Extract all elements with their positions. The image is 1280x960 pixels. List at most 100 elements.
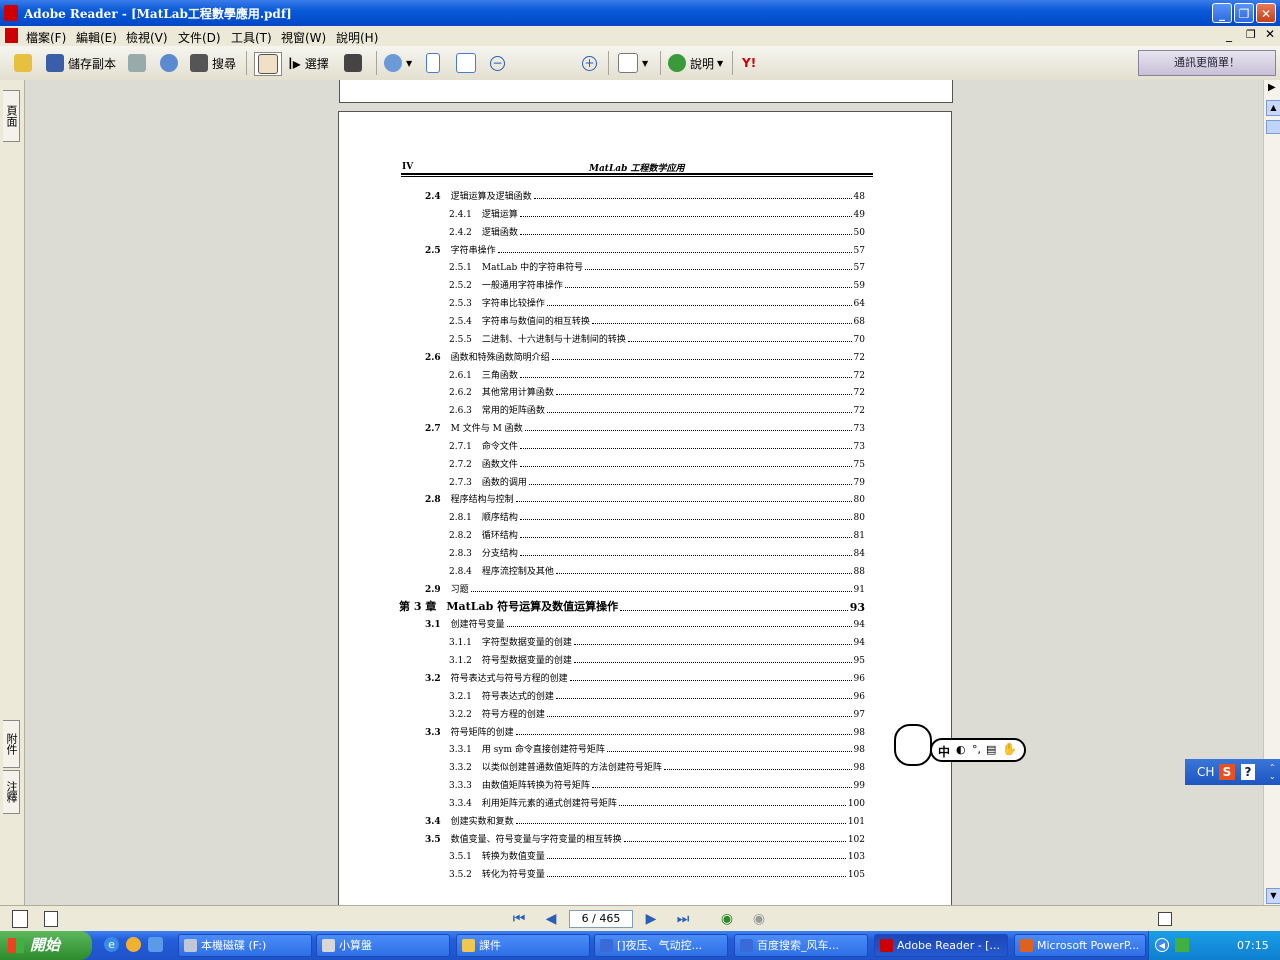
toc-entry[interactable]: 3.2.2 符号方程的创建 97 — [449, 708, 865, 720]
open-button[interactable] — [14, 52, 36, 74]
toc-entry[interactable]: 3.3.2 以类似创建普通数值矩阵的方法创建符号矩阵 98 — [449, 761, 865, 773]
toc-entry[interactable]: 2.4.1 逻辑运算 49 — [449, 208, 865, 220]
save-copy-button[interactable]: 儲存副本 — [46, 52, 116, 74]
toc-entry[interactable]: 2.5.1 MatLab 中的字符串符号 57 — [449, 261, 865, 273]
print-button[interactable] — [128, 52, 150, 74]
arrow-right-icon[interactable]: ▶ — [1268, 82, 1276, 93]
go-forward-button[interactable]: ◉ — [750, 910, 768, 928]
toc-entry[interactable]: 2.8.2 循环结构 81 — [449, 529, 865, 541]
tray-expand-icon[interactable]: ◀ — [1155, 938, 1169, 952]
toc-entry[interactable]: 2.7 M 文件与 M 函数 73 — [425, 422, 865, 434]
ime-options-icon[interactable]: ⌃ ⌄ — [1269, 763, 1276, 781]
toc-entry[interactable]: 2.5.3 字符串比较操作 64 — [449, 297, 865, 309]
help-button[interactable]: 說明 ▼ — [668, 52, 723, 74]
toc-entry[interactable]: 2.5 字符串操作 57 — [425, 244, 865, 256]
yahoo-toolbar-button[interactable]: Y! — [742, 52, 756, 74]
zoom-tool-button[interactable]: ▼ — [384, 52, 412, 74]
menu-window[interactable]: 視窗(W) — [281, 29, 326, 46]
fit-page-button[interactable] — [426, 52, 444, 74]
toc-entry[interactable]: 2.7.3 函数的调用 79 — [449, 476, 865, 488]
sogou-s-icon[interactable]: S — [1219, 764, 1235, 780]
first-page-button[interactable]: ⏮ — [510, 910, 528, 928]
rotate-view-button[interactable]: ▼ — [618, 52, 648, 74]
pdf-page[interactable]: IV MatLab 工程数学应用 2.4 逻辑运算及逻辑函数 48 2.4.1 逻辑运算… — [338, 111, 952, 905]
snapshot-button[interactable] — [344, 52, 366, 74]
task-adobe-reader[interactable]: Adobe Reader - [... — [874, 934, 1008, 957]
tray-app-icon[interactable] — [1175, 938, 1189, 952]
toc-entry[interactable]: 2.6.3 常用的矩阵函数 72 — [449, 404, 865, 416]
task-baidu-search[interactable]: 百度搜索_风车... — [734, 934, 868, 957]
toc-entry[interactable]: 2.5.4 字符串与数值间的相互转换 68 — [449, 315, 865, 327]
ime-language[interactable]: CH — [1197, 765, 1214, 779]
toc-entry[interactable]: 2.7.2 函数文件 75 — [449, 458, 865, 470]
toc-entry[interactable]: 2.5.5 二进制、十六进制与十进制间的转换 70 — [449, 333, 865, 345]
keyboard-icon[interactable]: ▤ — [986, 743, 996, 756]
task-calculator[interactable]: 小算盤 — [316, 934, 450, 957]
scroll-up-icon[interactable]: ▲ — [1266, 100, 1280, 116]
menu-document[interactable]: 文件(D) — [178, 29, 221, 46]
toc-entry[interactable]: 2.8.4 程序流控制及其他 88 — [449, 565, 865, 577]
restore-button[interactable]: ❐ — [1234, 3, 1254, 23]
toc-entry[interactable]: 2.5.2 一般通用字符串操作 59 — [449, 279, 865, 291]
task-word-doc[interactable]: []夜压、气动控... — [594, 934, 728, 957]
window-title-bar[interactable]: Adobe Reader - [MatLab工程數學應用.pdf] _ ❐ ✕ — [0, 0, 1280, 26]
next-page-button[interactable]: ▶ — [642, 910, 660, 928]
chinese-mode-label[interactable]: 中 — [938, 743, 950, 760]
document-viewport[interactable]: IV MatLab 工程数学应用 2.4 逻辑运算及逻辑函数 48 2.4.1 逻辑运算… — [25, 80, 1263, 905]
zoom-in-button[interactable]: + — [582, 52, 597, 74]
toc-entry[interactable]: 2.8.3 分支结构 84 — [449, 547, 865, 559]
previous-page-button[interactable]: ◀ — [542, 910, 560, 928]
toc-entry[interactable]: 3.3 符号矩阵的创建 98 — [425, 726, 865, 738]
app-quicklaunch-icon[interactable] — [148, 937, 163, 952]
toc-entry[interactable]: 3.4 创建实数和复数 101 — [425, 815, 865, 827]
menu-view[interactable]: 檢視(V) — [126, 29, 168, 46]
single-page-view-icon[interactable] — [12, 910, 28, 928]
tab-comments[interactable]: 注釋 — [3, 770, 20, 814]
menu-file[interactable]: 檔案(F) — [26, 29, 66, 46]
start-button[interactable]: 開始 — [0, 931, 92, 960]
moon-icon[interactable]: ◐ — [956, 743, 966, 756]
page-number-input[interactable]: 6 / 465 — [569, 910, 633, 928]
ime-status-bubble[interactable]: 中 ◐ °, ▤ ✋ — [892, 720, 1028, 766]
toc-entry[interactable]: 2.4.2 逻辑函数 50 — [449, 226, 865, 238]
page-box-icon[interactable] — [1158, 912, 1172, 926]
continuous-view-icon[interactable] — [44, 911, 58, 927]
tab-pages[interactable]: 頁面 — [3, 90, 20, 142]
last-page-button[interactable]: ⏭ — [674, 910, 692, 928]
toc-entry[interactable]: 3.5.2 转化为符号变量 105 — [449, 868, 865, 880]
task-folder[interactable]: 課件 — [456, 934, 590, 957]
email-button[interactable] — [160, 52, 182, 74]
toc-entry[interactable]: 2.8.1 顺序结构 80 — [449, 511, 865, 523]
toc-entry[interactable]: 3.1.1 字符型数据变量的创建 94 — [449, 636, 865, 648]
toc-chapter-entry[interactable]: 第 3 章 MatLab 符号运算及数值运算操作 93 — [399, 599, 865, 614]
toc-entry[interactable]: 2.7.1 命令文件 73 — [449, 440, 865, 452]
toc-entry[interactable]: 2.6.2 其他常用计算函数 72 — [449, 386, 865, 398]
toc-entry[interactable]: 3.3.1 用 sym 命令直接创建符号矩阵 98 — [449, 743, 865, 755]
scroll-down-icon[interactable]: ▼ — [1266, 888, 1280, 904]
scroll-thumb[interactable] — [1266, 120, 1280, 134]
ime-help-icon[interactable]: ? — [1241, 764, 1255, 780]
toc-entry[interactable]: 2.4 逻辑运算及逻辑函数 48 — [425, 190, 865, 202]
punctuation-icon[interactable]: °, — [972, 743, 981, 756]
menu-help[interactable]: 說明(H) — [336, 29, 378, 46]
menu-tools[interactable]: 工具(T) — [231, 29, 272, 46]
ie-quicklaunch-icon[interactable]: e — [104, 937, 119, 952]
toc-entry[interactable]: 2.6 函数和特殊函数简明介绍 72 — [425, 351, 865, 363]
doc-restore-icon[interactable]: ❐ — [1246, 28, 1256, 41]
hand-tool-button[interactable] — [254, 52, 282, 76]
toc-entry[interactable]: 3.2 符号表达式与符号方程的创建 96 — [425, 672, 865, 684]
tool-hand-icon[interactable]: ✋ — [1002, 742, 1017, 756]
toc-entry[interactable]: 3.5 数值变量、符号变量与字符变量的相互转换 102 — [425, 833, 865, 845]
select-tool-button[interactable]: I▸ 選擇 — [288, 52, 329, 74]
clock[interactable]: 07:15 — [1237, 939, 1269, 952]
tab-attachments[interactable]: 附件 — [3, 720, 20, 768]
toc-entry[interactable]: 2.6.1 三角函数 72 — [449, 369, 865, 381]
ad-banner-button[interactable]: 通訊更簡單！ — [1138, 50, 1276, 76]
zoom-out-button[interactable]: − — [490, 52, 505, 74]
toc-entry[interactable]: 3.2.1 符号表达式的创建 96 — [449, 690, 865, 702]
doc-close-icon[interactable]: ✕ — [1265, 27, 1275, 41]
clock-quicklaunch-icon[interactable] — [126, 937, 141, 952]
toc-entry[interactable]: 2.8 程序结构与控制 80 — [425, 493, 865, 505]
fit-width-button[interactable] — [456, 52, 480, 74]
doc-minimize-icon[interactable]: _ — [1226, 28, 1232, 42]
